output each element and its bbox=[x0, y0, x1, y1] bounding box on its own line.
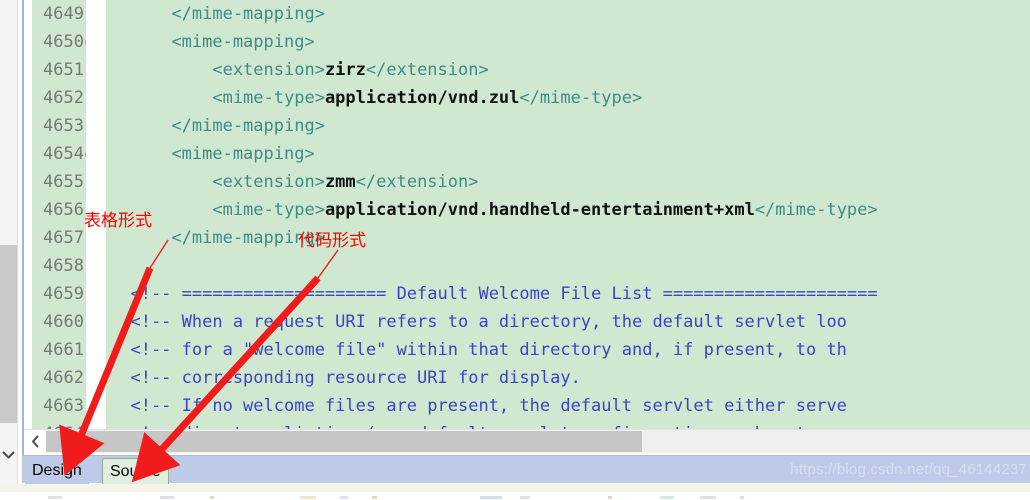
code-line[interactable]: </mime-mapping> bbox=[106, 112, 1030, 140]
code-text-area[interactable]: </mime-mapping> <mime-mapping> <extensio… bbox=[106, 0, 1030, 429]
code-token-tag: </extension> bbox=[355, 172, 479, 192]
code-line[interactable]: <!-- corresponding resource URI for disp… bbox=[106, 364, 1030, 392]
code-token-text: application/vnd.handheld-entertainment+x… bbox=[324, 200, 755, 220]
line-number: 4657 bbox=[43, 228, 84, 248]
tab-design[interactable]: Design bbox=[25, 458, 89, 484]
code-token-comment: <!-- corresponding resource URI for disp… bbox=[110, 368, 581, 388]
tab-source[interactable]: Source bbox=[102, 458, 169, 484]
chevron-left-icon[interactable] bbox=[24, 430, 46, 453]
code-token-tag: </mime-mapping> bbox=[110, 116, 325, 136]
line-number: 4655 bbox=[43, 172, 84, 192]
source-editor-panel: 4649 4650 4651 4652 4653 4654 4655 4656 4657 4658… bbox=[22, 0, 1030, 455]
code-token-comment: <!-- If no welcome files are present, th… bbox=[110, 396, 847, 416]
code-line[interactable]: <!-- ==================== Default Welcom… bbox=[106, 280, 1030, 308]
code-token-tag: <extension> bbox=[110, 172, 325, 192]
line-number: 4661 bbox=[43, 340, 84, 360]
code-token-tag: </mime-mapping> bbox=[110, 228, 325, 248]
line-number: 4649 bbox=[43, 4, 84, 24]
line-number: 4659 bbox=[43, 284, 84, 304]
code-line[interactable]: <extension>zmm</extension> bbox=[106, 168, 1030, 196]
code-line[interactable]: </mime-mapping> bbox=[106, 0, 1030, 28]
code-line[interactable]: <!-- If no welcome files are present, th… bbox=[106, 392, 1030, 420]
line-number: 4651 bbox=[43, 60, 84, 80]
vertical-scrollbar-thumb[interactable] bbox=[0, 245, 17, 423]
line-number: 4653 bbox=[43, 116, 84, 136]
annotation-code-form-label: 代码形式 bbox=[298, 231, 366, 250]
code-token-text: application/vnd.zul bbox=[324, 88, 520, 108]
code-token-text: zirz bbox=[324, 60, 366, 80]
line-number: 4663 bbox=[43, 396, 84, 416]
code-token-tag: </mime-type> bbox=[519, 88, 643, 108]
code-line[interactable]: <!-- for a "welcome file" within that di… bbox=[106, 336, 1030, 364]
code-line[interactable]: <!-- When a request URI refers to a dire… bbox=[106, 308, 1030, 336]
code-token-comment: <!-- for a "welcome file" within that di… bbox=[110, 340, 847, 360]
code-line[interactable]: <mime-type>application/vnd.zul</mime-typ… bbox=[106, 84, 1030, 112]
code-token-tag: <extension> bbox=[110, 60, 325, 80]
editor-window: 4649 4650 4651 4652 4653 4654 4655 4656 4657 4658… bbox=[0, 0, 1030, 500]
horizontal-scrollbar-thumb[interactable] bbox=[46, 431, 642, 452]
code-line[interactable] bbox=[106, 252, 1030, 280]
code-line[interactable]: </mime-mapping> bbox=[106, 224, 1030, 252]
watermark-text: https://blog.csdn.net/qq_46144237 bbox=[790, 461, 1027, 478]
outer-vertical-scrollbar[interactable] bbox=[0, 0, 18, 484]
chevron-down-icon[interactable] bbox=[0, 444, 17, 466]
code-token-tag: </mime-mapping> bbox=[110, 4, 325, 24]
line-number: 4656 bbox=[43, 200, 84, 220]
code-token-comment: <!-- ==================== Default Welcom… bbox=[110, 284, 878, 304]
code-token-tag: </extension> bbox=[365, 60, 489, 80]
line-number: 4650 bbox=[24, 28, 86, 56]
code-line[interactable]: <!-- directory listing (see default serv… bbox=[106, 420, 1030, 429]
code-line[interactable]: <mime-type>application/vnd.handheld-ente… bbox=[106, 196, 1030, 224]
line-number: 4654 bbox=[24, 140, 86, 168]
window-bottom-strip bbox=[0, 484, 1030, 492]
code-token-tag: <mime-type> bbox=[110, 88, 325, 108]
line-number-gutter: 4649 4650 4651 4652 4653 4654 4655 4656 4657 4658… bbox=[24, 0, 86, 429]
horizontal-scrollbar[interactable] bbox=[24, 429, 1030, 453]
code-line[interactable]: <mime-mapping> bbox=[106, 140, 1030, 168]
line-number: 4664 bbox=[24, 420, 86, 429]
code-token-tag: </mime-type> bbox=[754, 200, 878, 220]
code-token-comment: <!-- When a request URI refers to a dire… bbox=[110, 312, 847, 332]
line-number: 4658 bbox=[43, 256, 84, 276]
code-token-tag: <mime-mapping> bbox=[110, 32, 315, 52]
code-line[interactable]: <extension>zirz</extension> bbox=[106, 56, 1030, 84]
partial-toolbar-row bbox=[0, 494, 1030, 500]
code-token-text: zmm bbox=[324, 172, 356, 192]
line-number: 4662 bbox=[43, 368, 84, 388]
code-line[interactable]: <mime-mapping> bbox=[106, 28, 1030, 56]
line-number: 4660 bbox=[43, 312, 84, 332]
code-token-tag: <mime-mapping> bbox=[110, 144, 315, 164]
annotation-table-form-label: 表格形式 bbox=[84, 211, 152, 230]
line-number: 4652 bbox=[43, 88, 84, 108]
